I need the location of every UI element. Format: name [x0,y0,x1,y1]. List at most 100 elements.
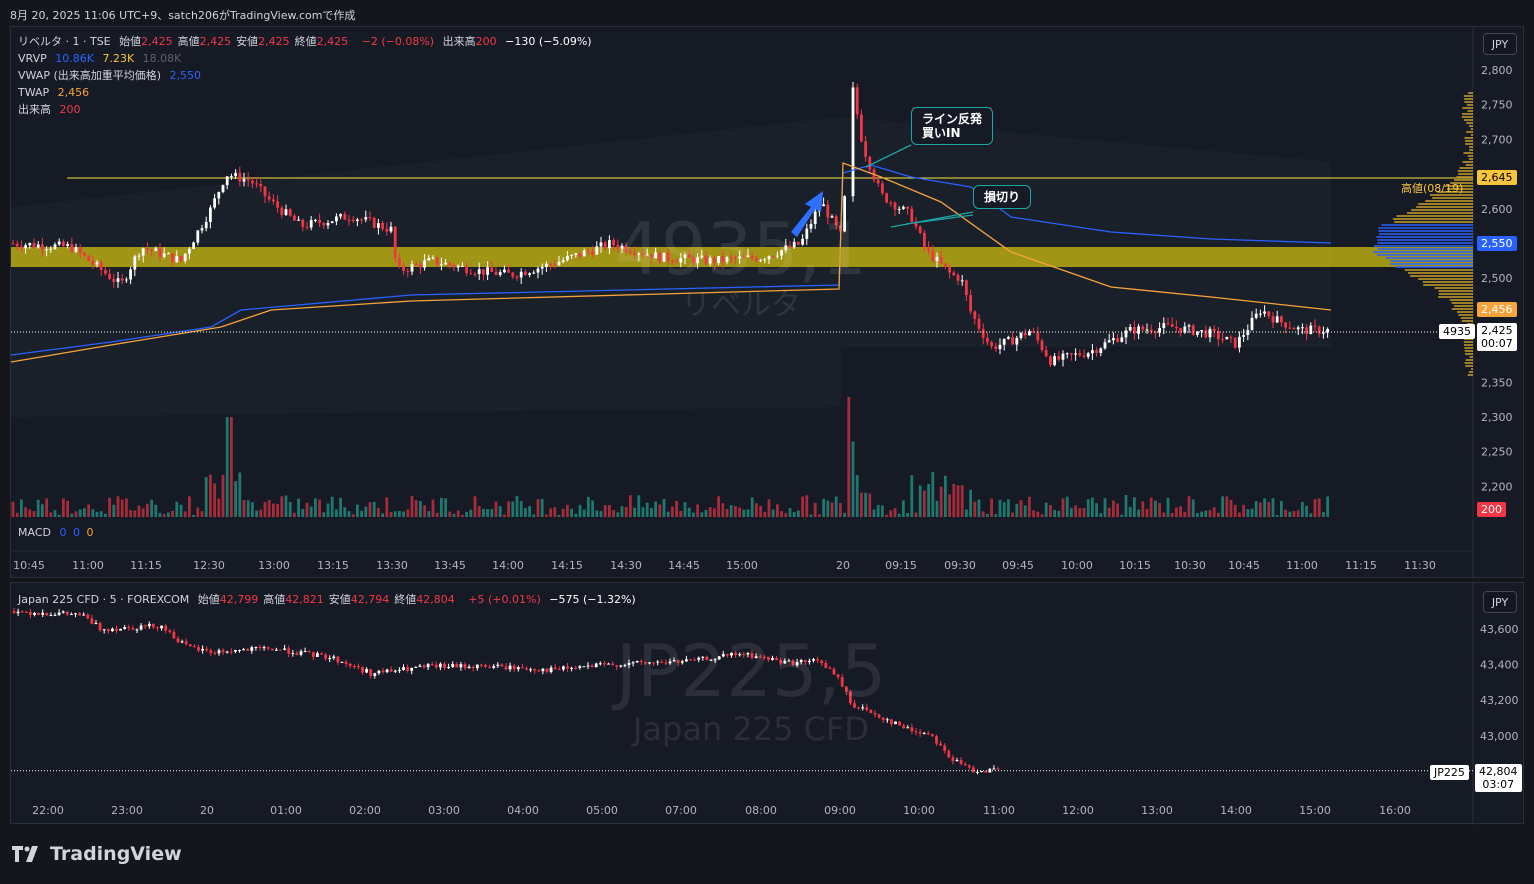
candle-body-2 [890,719,893,725]
volume-bar [671,506,674,517]
ohlc-value: 42,804 [416,593,455,606]
volume-bar [225,417,229,517]
symbol-title-2[interactable]: Japan 225 CFD · 5 · FOREXCOM [18,593,189,606]
candle-body [855,87,859,115]
vrvp-legend[interactable]: VRVP 10.86K 7.23K 18.08K [18,50,597,67]
candle-body-2 [127,627,131,629]
candle-body [57,241,61,245]
candle-body [868,156,872,170]
candle-body-2 [324,654,327,659]
candle-body-2 [229,651,233,653]
time-tick: 10:45 [1228,559,1260,572]
volume-profile-bar [1377,242,1473,244]
volume-bar [1128,506,1132,517]
volume-bar [620,506,624,517]
candle-body-2 [29,611,32,615]
volume-bar [948,494,951,517]
secondary-chart-canvas[interactable]: 43,600 43,400 43,200 43,000 22:00 23:00 20 01:0… [11,583,1525,825]
candle-body-2 [385,669,389,673]
price-tick: 2,600 [1481,203,1513,216]
candle-body [1061,353,1065,360]
candle-body [116,278,120,282]
currency-button-2[interactable]: JPY [1483,591,1517,613]
volume-bar [1044,502,1048,517]
volume-bar [435,512,439,517]
candle-body [1103,342,1107,349]
candle-body [658,252,662,262]
candle-body [377,223,380,228]
volume-bar [364,506,368,517]
candle-body-2 [459,664,463,668]
volume-bar [561,508,565,517]
candle-body-2 [717,656,721,660]
candle-body [1242,335,1245,337]
twap-legend[interactable]: TWAP 2,456 [18,84,597,101]
volume-bar [897,513,901,517]
volume-bar [162,513,166,517]
volume-bar [498,506,502,517]
candle-body-2 [832,668,836,675]
candle-body [162,253,166,257]
candle-body-2 [906,727,910,729]
volume-bar [1032,510,1035,517]
volume-bar [1280,500,1283,517]
secondary-chart-pane[interactable]: 43,600 43,400 43,200 43,000 22:00 23:00 20 01:0… [10,582,1525,825]
volume-bar [330,496,334,517]
volume-bar [545,514,548,517]
volume-legend[interactable]: 出来高 200 [18,101,597,118]
candle-body-2 [783,660,787,664]
annotation-stop-loss[interactable]: 損切り [973,185,1032,209]
candle-body [1233,337,1237,348]
main-chart-pane[interactable]: 2,800 2,750 2,700 2,600 2,500 2,350 2,300 2,250… [10,26,1524,579]
volume-profile-bar [1456,176,1473,178]
currency-button[interactable]: JPY [1483,33,1517,55]
candle-body [973,311,977,319]
candle-body [444,262,447,265]
ohlc-label: 終値 [394,593,417,606]
candle-body-2 [12,611,16,614]
candle-body-2 [676,660,680,663]
volume-profile-bar [1416,206,1473,208]
price-tick: 2,350 [1481,376,1513,389]
candle-body-2 [131,627,135,630]
price-tick-2: 43,400 [1480,659,1519,672]
volume-bar [1070,508,1073,517]
volume-bar [809,514,813,517]
annotation-buy-in[interactable]: ライン反発 買いIN [911,107,994,145]
candle-body-2 [106,629,110,632]
candle-body-2 [803,660,807,663]
candle-body-2 [471,666,475,669]
volume-bar [234,481,237,517]
vwap-legend[interactable]: VWAP (出来高加重平均価格) 2,550 [18,67,597,84]
price-tick-2: 43,000 [1480,730,1519,743]
candle-body-2 [340,661,344,663]
volume-bar [414,500,418,517]
tradingview-logo[interactable]: TradingView [12,843,182,865]
volume-bar [246,500,250,517]
volume-bar [368,502,372,517]
candle-body [360,219,363,221]
candle-body [1057,356,1061,360]
candle-body-2 [156,627,159,629]
candle-body [746,255,750,257]
candle-body-2 [877,714,881,718]
candle-body [528,273,531,275]
candle-body-2 [598,663,602,665]
candle-body-2 [45,612,49,616]
volume-profile-bar [1465,164,1473,166]
candle-body-2 [910,727,914,732]
high-text-label: 高値(08/19) [1401,182,1464,195]
candle-body-2 [656,661,660,663]
candle-body [1288,327,1292,329]
macd-legend[interactable]: MACD 0 0 0 [18,524,98,541]
candle-body-2 [742,654,746,656]
symbol-title[interactable]: リベルタ · 1 · TSE [18,35,111,48]
candle-body [272,199,275,202]
candle-body [473,273,477,275]
volume-bar [1107,507,1111,517]
volume-bar [813,502,817,517]
candle-body [608,240,611,249]
volume-bar [507,501,510,517]
candle-body-2 [439,663,442,668]
candle-body [1015,337,1019,345]
